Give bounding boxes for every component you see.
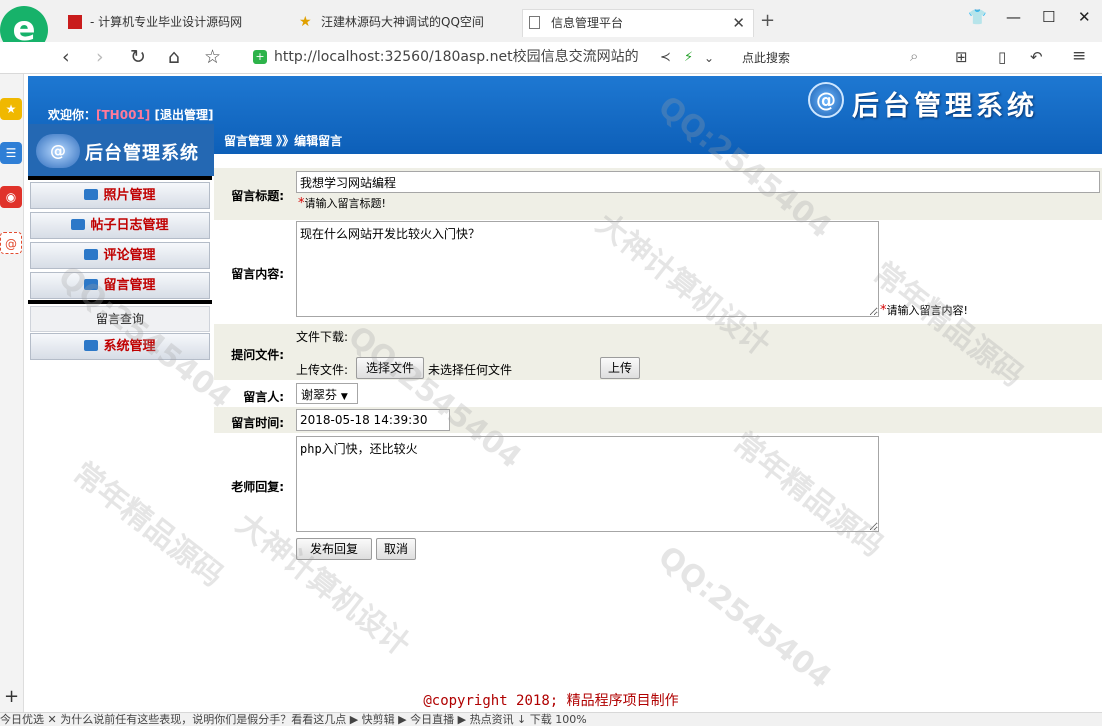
menu-arrow-icon (84, 279, 99, 290)
upload-button[interactable]: 上传 (600, 357, 640, 379)
breadcrumb: 留言管理 》》编辑留言 (224, 134, 343, 148)
divider (28, 300, 212, 304)
reading-mode-icon[interactable]: ▯ (998, 48, 1006, 66)
share-icon[interactable]: ≺ (660, 50, 671, 65)
browser-side-rail (0, 74, 24, 712)
no-file-text: 未选择任何文件 (428, 363, 513, 377)
reload-icon[interactable]: ↻ (130, 46, 146, 68)
forward-icon[interactable]: › (96, 46, 104, 68)
chevron-down-icon[interactable]: ⌄ (704, 51, 714, 65)
apps-grid-icon[interactable]: ⊞ (955, 48, 968, 66)
tab-source-site[interactable]: - 计算机专业毕业设计源码网 (62, 9, 287, 37)
reply-textarea[interactable]: php入门快，还比较火 (296, 436, 879, 532)
maximize-icon[interactable]: ☐ (1042, 8, 1055, 26)
content-hint-text: 请输入留言内容! (886, 304, 968, 317)
time-input[interactable] (296, 409, 450, 431)
sidebar-item-label: 留言管理 (103, 278, 156, 293)
submit-reply-button[interactable]: 发布回复 (296, 538, 372, 560)
favorites-icon[interactable]: ★ (0, 98, 22, 120)
tab-label: 信息管理平台 (551, 16, 624, 30)
back-icon[interactable]: ‹ (62, 46, 70, 68)
close-window-icon[interactable]: ✕ (1078, 8, 1091, 26)
undo-icon[interactable]: ↶ (1030, 48, 1043, 66)
sidebar-item-messages[interactable]: 留言管理 (30, 272, 210, 299)
title-input[interactable] (296, 171, 1100, 193)
weibo-icon[interactable]: ◉ (0, 186, 22, 208)
content-label: 留言内容: (231, 267, 284, 281)
title-hint-text: 请输入留言标题! (304, 197, 386, 210)
watermark: 常年精品源码 (66, 455, 230, 594)
menu-arrow-icon (84, 340, 99, 351)
choose-file-button[interactable]: 选择文件 (356, 357, 424, 379)
list-icon[interactable]: ☰ (0, 142, 22, 164)
brand-logo-icon: @ (808, 82, 844, 118)
sidebar-item-comments[interactable]: 评论管理 (30, 242, 210, 269)
sidebar-item-photos[interactable]: 照片管理 (30, 182, 210, 209)
sidebar-item-system[interactable]: 系统管理 (30, 333, 210, 360)
author-label: 留言人: (243, 390, 284, 404)
author-selected-value: 谢翠芬 (301, 388, 338, 402)
skin-icon[interactable]: 👕 (968, 8, 987, 26)
file-label: 提问文件: (231, 348, 284, 362)
welcome-text: 欢迎你：[TH001] [退出管理] (48, 106, 213, 123)
sidebar-item-posts[interactable]: 帖子日志管理 (30, 212, 210, 239)
title-hint: *请输入留言标题! (298, 196, 386, 211)
divider (28, 176, 212, 180)
sidebar-item-label: 照片管理 (103, 188, 156, 203)
title-label: 留言标题: (231, 189, 284, 203)
menu-arrow-icon (84, 189, 99, 200)
new-tab-button[interactable]: + (760, 10, 775, 31)
bookmark-star-icon[interactable]: ☆ (204, 46, 221, 68)
home-icon[interactable]: ⌂ (168, 46, 180, 68)
brand-title: 后台管理系统 (852, 91, 1038, 122)
sidebar-item-label: 系统管理 (103, 339, 156, 354)
sidebar-item-label: 帖子日志管理 (90, 218, 169, 233)
time-label: 留言时间: (231, 416, 284, 430)
sidebar-item-label: 评论管理 (103, 248, 156, 263)
site-favicon-icon (68, 15, 82, 29)
search-box[interactable]: 点此搜索 (742, 49, 790, 66)
welcome-label: 欢迎你： (48, 108, 97, 122)
file-download-label: 文件下载: (296, 330, 349, 344)
menu-arrow-icon (71, 219, 86, 230)
logout-link[interactable]: [退出管理] (154, 108, 213, 122)
octopus-logo-icon: @ (36, 134, 80, 168)
minimize-icon[interactable]: — (1006, 8, 1021, 26)
star-favicon-icon: ★ (299, 14, 312, 30)
content-textarea[interactable]: 现在什么网站开发比较火入门快？ (296, 221, 879, 317)
lightning-icon[interactable]: ⚡ (684, 50, 693, 65)
username: [TH001] (96, 108, 151, 122)
page-favicon-icon (529, 16, 540, 29)
watermark: QQ:2545404 (651, 539, 838, 696)
address-bar[interactable]: http://localhost:32560/180asp.net校园信息交流网… (248, 45, 718, 69)
menu-arrow-icon (84, 249, 99, 260)
tab-label: - 计算机专业毕业设计源码网 (90, 15, 243, 29)
tab-label: 汪建林源码大神调试的QQ空间 (321, 15, 484, 29)
chevron-down-icon: ▼ (340, 392, 348, 402)
content-hint: *请输入留言内容! (880, 303, 968, 318)
footer-copyright: @copyright 2018; 精品程序项目制作 (423, 693, 679, 709)
tab-qq-space[interactable]: ★ 汪建林源码大神调试的QQ空间 (293, 9, 521, 37)
search-icon[interactable]: ⌕ (910, 47, 918, 65)
mail-icon[interactable]: @ (0, 232, 22, 254)
menu-icon[interactable]: ≡ (1072, 46, 1086, 66)
browser-status-bar: 今日优选 ✕ 为什么说前任有这些表现，说明你们是假分手？看看这几点 ▶ 快剪辑 … (0, 712, 1102, 726)
cancel-button[interactable]: 取消 (376, 538, 416, 560)
sidebar-subitem-message-query[interactable]: 留言查询 (30, 306, 210, 332)
author-select[interactable]: 谢翠芬 ▼ (296, 383, 358, 404)
close-tab-icon[interactable]: ✕ (732, 10, 745, 36)
upload-file-label: 上传文件: (296, 363, 349, 377)
sidebar-brand-title: 后台管理系统 (85, 143, 199, 164)
tab-info-platform[interactable]: 信息管理平台 ✕ (522, 9, 754, 37)
reply-label: 老师回复: (231, 480, 284, 494)
